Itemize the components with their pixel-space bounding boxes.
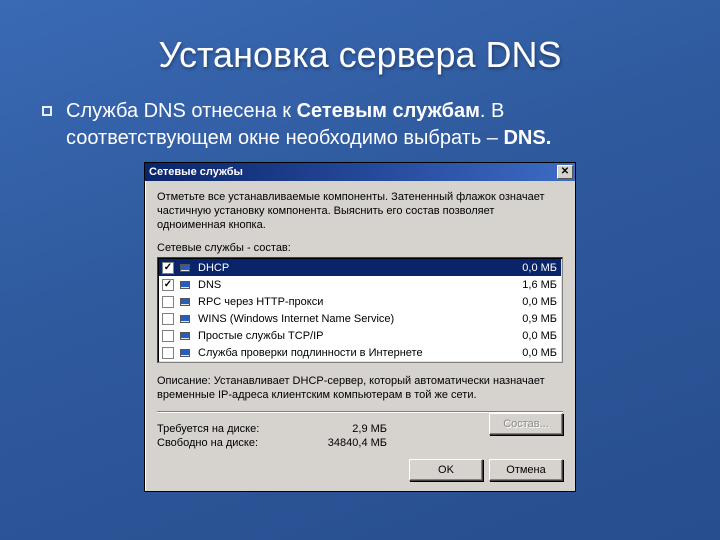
list-item-label: DHCP <box>198 262 510 274</box>
bullet-text-bold: Сетевым службам <box>297 100 480 122</box>
dialog-titlebar[interactable]: Сетевые службы ✕ <box>145 163 575 181</box>
disk-free-label: Свободно на диске: <box>157 437 307 449</box>
list-item[interactable]: DHCP 0,0 МБ <box>159 259 561 276</box>
list-item[interactable]: RPC через HTTP-прокси 0,0 МБ <box>159 293 561 310</box>
checkbox[interactable] <box>162 313 174 325</box>
list-item-label: Служба проверки подлинности в Интернете <box>198 347 510 359</box>
list-item-size: 0,9 МБ <box>522 313 557 325</box>
dialog-intro-text: Отметьте все устанавливаемые компоненты.… <box>157 191 563 232</box>
checkbox[interactable] <box>162 279 174 291</box>
list-item-label: Простые службы TCP/IP <box>198 330 510 342</box>
description-text: Устанавливает DHCP-сервер, который автом… <box>157 375 545 401</box>
bullet-text-bold: DNS. <box>503 127 551 149</box>
checkbox[interactable] <box>162 347 174 359</box>
list-item-size: 0,0 МБ <box>522 296 557 308</box>
bullet-item: Служба DNS отнесена к Сетевым службам. В… <box>42 98 668 152</box>
slide-title: Установка сервера DNS <box>52 34 668 76</box>
components-listbox[interactable]: DHCP 0,0 МБ DNS 1,6 МБ RPC через HTTP-прокси… <box>157 257 563 363</box>
bullet-text: Служба DNS отнесена к Сетевым службам. В… <box>66 98 668 152</box>
list-item-size: 1,6 МБ <box>522 279 557 291</box>
list-item-size: 0,0 МБ <box>522 330 557 342</box>
bullet-text-part: Служба DNS отнесена к <box>66 100 297 122</box>
service-icon <box>178 312 194 326</box>
list-item[interactable]: Служба проверки подлинности в Интернете 0… <box>159 344 561 361</box>
list-item[interactable]: WINS (Windows Internet Name Service) 0,9 … <box>159 310 561 327</box>
compose-button: Состав... <box>489 413 563 435</box>
cancel-button[interactable]: Отмена <box>489 459 563 481</box>
close-button[interactable]: ✕ <box>557 165 573 179</box>
list-item-label: DNS <box>198 279 510 291</box>
description-label: Описание: <box>157 375 211 387</box>
list-label: Сетевые службы - состав: <box>157 242 563 254</box>
close-icon: ✕ <box>561 167 569 177</box>
checkbox[interactable] <box>162 262 174 274</box>
disk-required-value: 2,9 МБ <box>307 423 387 435</box>
list-item-label: WINS (Windows Internet Name Service) <box>198 313 510 325</box>
disk-required-label: Требуется на диске: <box>157 423 307 435</box>
service-icon <box>178 278 194 292</box>
service-icon <box>178 261 194 275</box>
list-item-size: 0,0 МБ <box>522 262 557 274</box>
disk-free-value: 34840,4 МБ <box>307 437 387 449</box>
list-item-size: 0,0 МБ <box>522 347 557 359</box>
service-icon <box>178 346 194 360</box>
checkbox[interactable] <box>162 330 174 342</box>
checkbox[interactable] <box>162 296 174 308</box>
list-item[interactable]: Простые службы TCP/IP 0,0 МБ <box>159 327 561 344</box>
list-item-label: RPC через HTTP-прокси <box>198 296 510 308</box>
service-icon <box>178 295 194 309</box>
list-item[interactable]: DNS 1,6 МБ <box>159 276 561 293</box>
ok-button[interactable]: OK <box>409 459 483 481</box>
service-icon <box>178 329 194 343</box>
dialog-title: Сетевые службы <box>149 166 243 178</box>
dialog-network-services: Сетевые службы ✕ Отметьте все устанавлив… <box>144 162 576 492</box>
bullet-marker-icon <box>42 106 52 116</box>
